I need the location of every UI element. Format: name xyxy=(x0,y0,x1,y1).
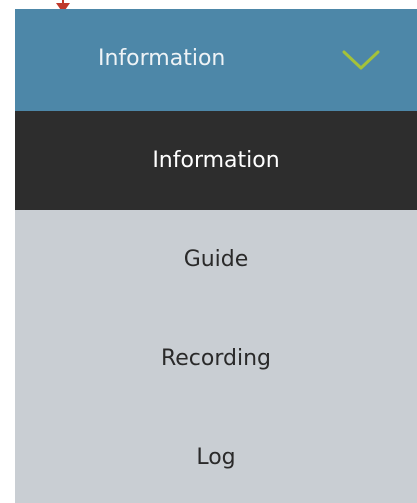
menu-item-log[interactable]: Log xyxy=(15,408,417,503)
stage: Information Information Guide Recording … xyxy=(0,0,417,503)
menu-item-label: Guide xyxy=(183,247,249,272)
menu-item-information[interactable]: Information xyxy=(15,111,417,210)
chevron-down-icon[interactable] xyxy=(342,49,380,71)
menu-item-recording[interactable]: Recording xyxy=(15,309,417,408)
dropdown-header[interactable]: Information xyxy=(15,9,417,111)
menu-item-label: Log xyxy=(196,445,236,470)
dropdown-header-label: Information xyxy=(98,46,226,71)
menu-item-guide[interactable]: Guide xyxy=(15,210,417,309)
menu-item-label: Information xyxy=(152,148,280,173)
dropdown-menu: Information Information Guide Recording … xyxy=(15,9,417,503)
menu-item-label: Recording xyxy=(160,346,272,371)
